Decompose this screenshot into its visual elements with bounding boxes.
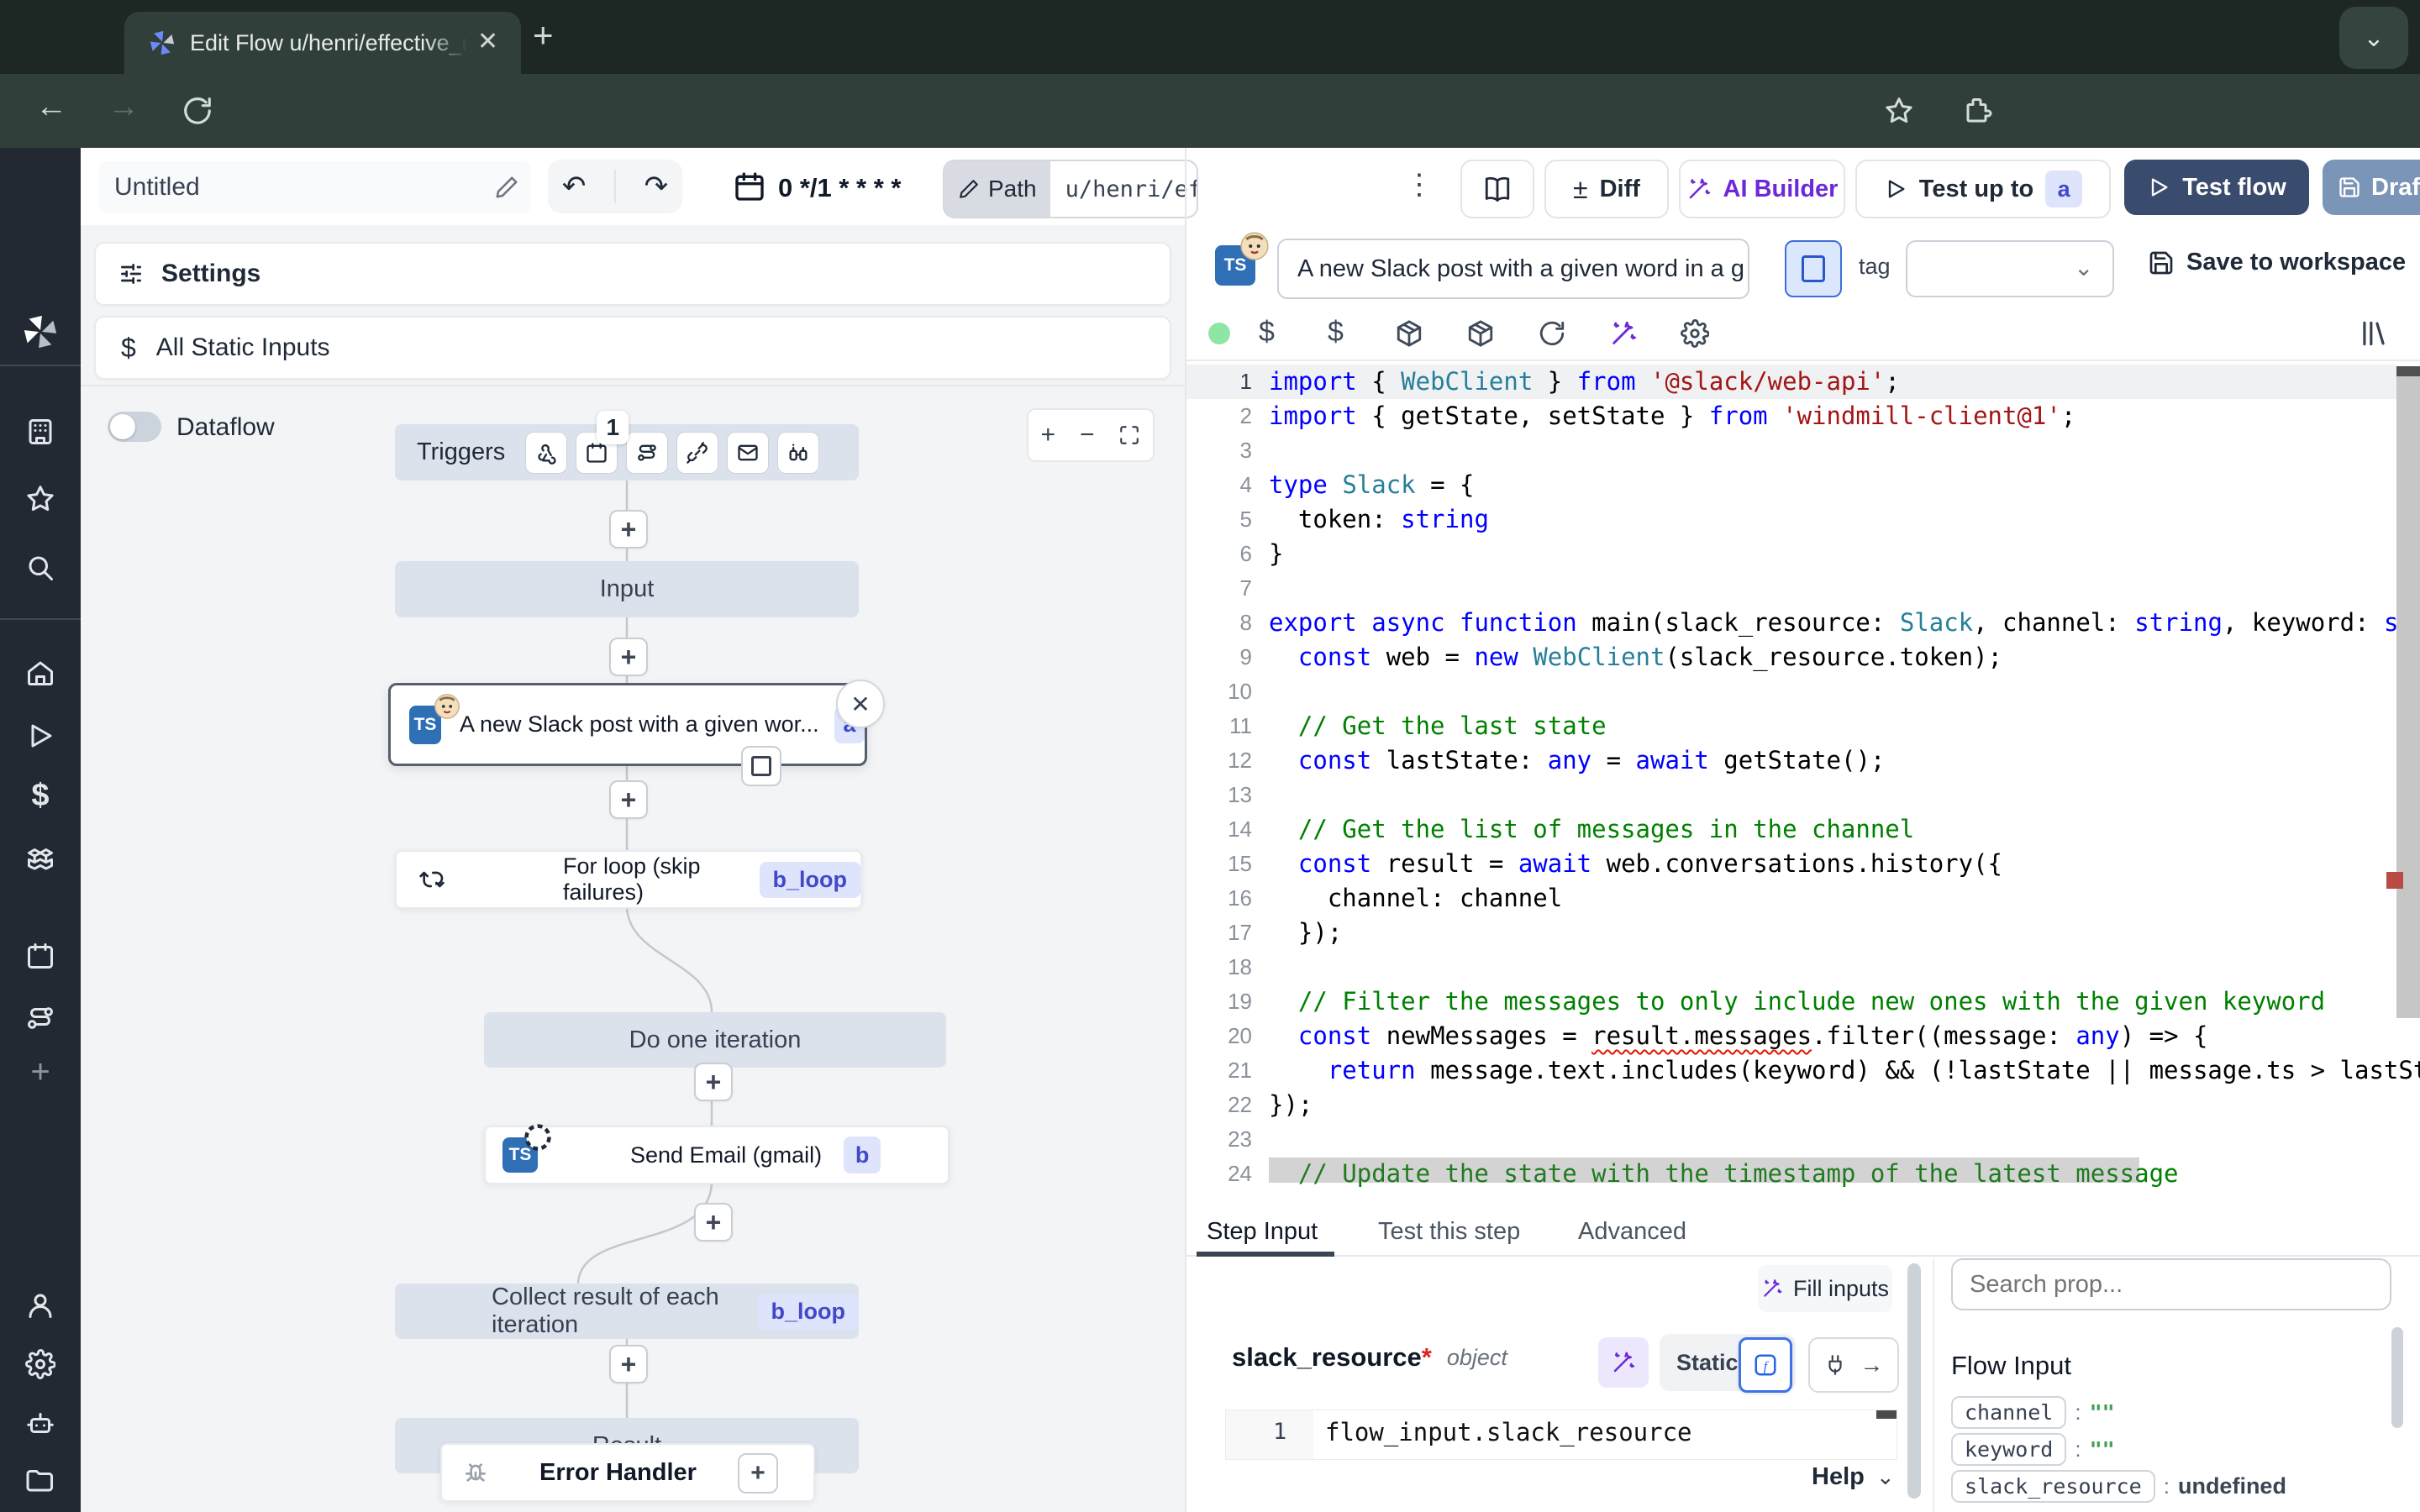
- bug-icon: [462, 1459, 489, 1486]
- loop-icon: [418, 866, 445, 893]
- graph-zoom-controls: + −: [1027, 408, 1155, 462]
- typescript-icon: TS: [502, 1137, 538, 1173]
- zoom-out-icon[interactable]: −: [1080, 421, 1095, 449]
- add-step-button[interactable]: +: [609, 638, 648, 676]
- add-step-button[interactable]: +: [609, 1345, 648, 1383]
- add-step-button[interactable]: +: [609, 780, 648, 819]
- step-id-badge: b_loop: [758, 1294, 860, 1330]
- windmill-flow-editor: Edit Flow u/henri/effective_un ✕ + ⌄ ← →…: [0, 0, 2420, 1512]
- schedule-count-badge: 1: [597, 411, 629, 444]
- webhook-trigger-icon[interactable]: [525, 432, 567, 474]
- step-id-badge: b: [844, 1137, 881, 1173]
- loading-spinner-icon: [523, 1122, 553, 1152]
- remove-step-icon[interactable]: ✕: [836, 680, 885, 728]
- graph-connectors: [0, 0, 2420, 1512]
- step-id-badge: b_loop: [760, 862, 861, 898]
- stop-after-icon[interactable]: [741, 746, 781, 786]
- forloop-node[interactable]: For loop (skip failures) b_loop: [395, 850, 862, 909]
- zoom-in-icon[interactable]: +: [1040, 421, 1055, 449]
- collect-node[interactable]: Collect result of each iteration b_loop: [395, 1284, 859, 1339]
- do-one-iteration-node[interactable]: Do one iteration: [484, 1012, 946, 1068]
- step-a-node[interactable]: TS A new Slack post with a given wor... …: [388, 683, 867, 766]
- poll-trigger-icon[interactable]: [777, 432, 819, 474]
- error-handler-node[interactable]: Error Handler +: [440, 1443, 815, 1502]
- add-error-handler-icon[interactable]: +: [738, 1453, 778, 1494]
- triggers-node[interactable]: Triggers 1: [395, 424, 859, 480]
- add-step-button[interactable]: +: [609, 510, 648, 549]
- schedule-trigger-icon[interactable]: 1: [576, 432, 618, 474]
- add-step-button[interactable]: +: [694, 1203, 733, 1242]
- typescript-icon: TS: [409, 706, 441, 744]
- route-trigger-icon[interactable]: [626, 432, 668, 474]
- emoji-badge: [433, 692, 461, 721]
- add-step-button[interactable]: +: [694, 1063, 733, 1101]
- input-node[interactable]: Input: [395, 561, 859, 617]
- email-trigger-icon[interactable]: [727, 432, 769, 474]
- fit-view-icon[interactable]: [1118, 424, 1140, 446]
- websocket-trigger-icon[interactable]: [676, 432, 718, 474]
- step-b-node[interactable]: TS Send Email (gmail) b: [484, 1126, 950, 1184]
